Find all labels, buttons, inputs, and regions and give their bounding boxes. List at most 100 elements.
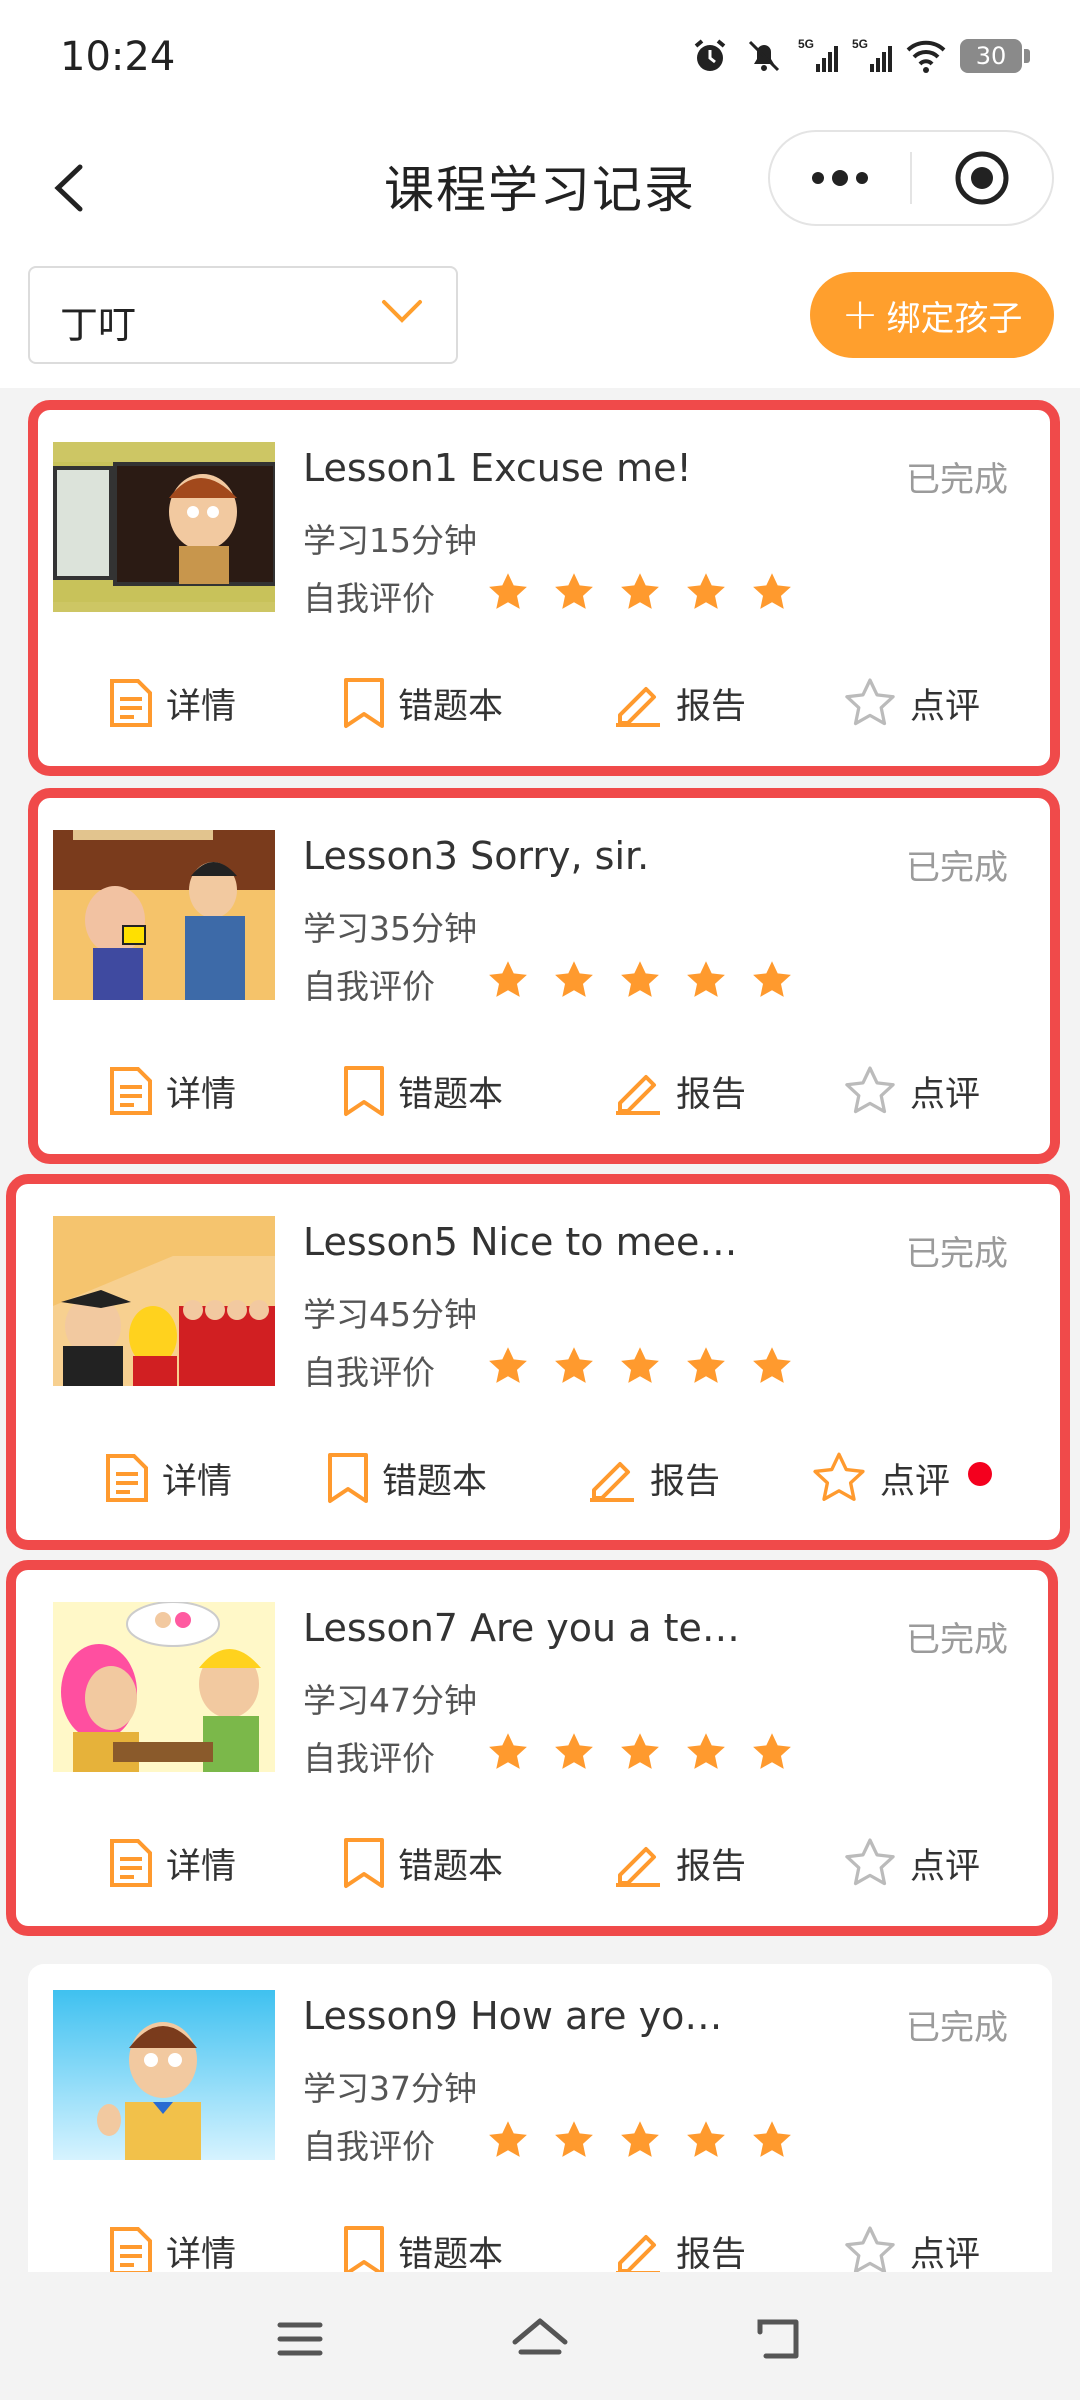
lesson-thumbnail[interactable] [53, 442, 275, 612]
star-filled-icon [687, 1733, 725, 1769]
star-filled-icon [753, 573, 791, 609]
review-button[interactable]: 点评 [810, 1449, 993, 1507]
mistakes-button[interactable]: 错题本 [342, 1063, 612, 1119]
status-badge: 已完成 [906, 2008, 1008, 2048]
star-filled-icon [753, 1347, 791, 1383]
bind-child-button[interactable]: + 绑定孩子 [810, 272, 1054, 358]
review-button[interactable]: 点评 [842, 1063, 980, 1119]
report-label: 报告 [676, 686, 747, 727]
mistakes-button[interactable]: 错题本 [342, 675, 612, 731]
document-icon [110, 2227, 152, 2272]
star-filled-icon [687, 2121, 725, 2157]
battery-indicator: 30 [960, 39, 1030, 73]
star-filled-icon [621, 1347, 659, 1383]
rating-stars [486, 958, 794, 1002]
menu-button[interactable] [270, 2312, 330, 2366]
menu-icon [277, 2322, 323, 2356]
mistakes-label: 错题本 [398, 686, 504, 727]
star-filled-icon [555, 573, 593, 609]
report-button[interactable]: 报告 [612, 675, 842, 731]
study-duration: 学习37分钟 [303, 2069, 477, 2108]
target-icon [955, 151, 1009, 205]
lesson-thumbnail[interactable] [53, 1602, 275, 1772]
close-miniprogram-button[interactable] [912, 132, 1052, 224]
star-filled-icon [621, 2121, 659, 2157]
report-button[interactable]: 报告 [586, 1449, 810, 1507]
new-review-dot [968, 1462, 993, 1486]
document-icon [110, 1067, 152, 1115]
mistakes-button[interactable]: 错题本 [342, 1835, 612, 1891]
bookmark-icon [344, 2226, 384, 2272]
lesson-title: Lesson1 Excuse me! [303, 446, 692, 490]
svg-text:5G: 5G [798, 37, 814, 51]
document-icon [106, 1454, 148, 1502]
filter-bar: 丁叮 + 绑定孩子 [0, 260, 1080, 388]
star-filled-icon [555, 1733, 593, 1769]
lesson-thumbnail[interactable] [53, 1990, 275, 2160]
report-label: 报告 [676, 1074, 747, 1115]
system-nav-bar [0, 2272, 1080, 2400]
star-filled-icon [687, 961, 725, 997]
report-label: 报告 [650, 1461, 721, 1502]
star-outline-icon [845, 1838, 895, 1886]
review-label: 点评 [880, 1461, 951, 1502]
report-button[interactable]: 报告 [612, 2223, 842, 2272]
mistakes-label: 错题本 [398, 1846, 504, 1887]
details-button[interactable]: 详情 [108, 1835, 342, 1891]
lesson-card: Lesson1 Excuse me! 学习15分钟 自我评价 已完成 详情 错题… [28, 400, 1060, 776]
star-outline-icon [845, 1066, 895, 1114]
lesson-actions: 详情 错题本 报告 点评 [108, 2223, 980, 2272]
back-system-button[interactable] [752, 2312, 812, 2366]
review-button[interactable]: 点评 [842, 2223, 980, 2272]
pencil-icon [616, 1075, 660, 1115]
report-button[interactable]: 报告 [612, 1835, 842, 1891]
mistakes-button[interactable]: 错题本 [326, 1449, 586, 1507]
star-filled-icon [621, 961, 659, 997]
self-rating-label: 自我评价 [303, 1353, 435, 1392]
review-button[interactable]: 点评 [842, 1835, 980, 1891]
details-button[interactable]: 详情 [108, 1063, 342, 1119]
pencil-icon [616, 1847, 660, 1887]
details-button[interactable]: 详情 [108, 2223, 342, 2272]
review-label: 点评 [910, 2234, 981, 2273]
alarm-icon [694, 39, 726, 71]
mistakes-button[interactable]: 错题本 [342, 2223, 612, 2272]
details-label: 详情 [162, 1461, 233, 1502]
more-button[interactable] [770, 132, 910, 224]
lesson-list[interactable]: Lesson1 Excuse me! 学习15分钟 自我评价 已完成 详情 错题… [0, 388, 1080, 2272]
star-filled-icon [753, 2121, 791, 2157]
lesson-title: Lesson5 Nice to mee… [303, 1220, 738, 1264]
mistakes-label: 错题本 [398, 2234, 504, 2273]
report-button[interactable]: 报告 [612, 1063, 842, 1119]
more-dots-icon [812, 170, 868, 186]
star-filled-icon [753, 1733, 791, 1769]
star-filled-icon [489, 573, 527, 609]
child-selector[interactable]: 丁叮 [28, 266, 458, 364]
self-rating-label: 自我评价 [303, 2127, 435, 2166]
child-name: 丁叮 [60, 303, 137, 347]
study-duration: 学习47分钟 [303, 1681, 477, 1720]
svg-text:5G: 5G [852, 37, 868, 51]
lesson-thumbnail[interactable] [53, 1216, 275, 1386]
bookmark-icon [344, 1838, 384, 1888]
star-filled-icon [489, 2121, 527, 2157]
miniprogram-capsule [768, 130, 1054, 226]
details-label: 详情 [166, 686, 237, 727]
home-icon [512, 2318, 568, 2355]
bookmark-icon [344, 678, 384, 728]
star-filled-icon [687, 573, 725, 609]
lesson-thumbnail[interactable] [53, 830, 275, 1000]
review-button[interactable]: 点评 [842, 675, 980, 731]
home-button[interactable] [510, 2312, 570, 2366]
star-filled-icon [621, 573, 659, 609]
rating-stars [486, 570, 794, 614]
details-button[interactable]: 详情 [104, 1449, 326, 1507]
review-label: 点评 [910, 686, 981, 727]
pencil-icon [590, 1462, 634, 1502]
star-outline-icon [845, 678, 895, 726]
details-button[interactable]: 详情 [108, 675, 342, 731]
status-badge: 已完成 [906, 1620, 1008, 1660]
lesson-actions: 详情 错题本 报告 点评 [108, 1063, 980, 1119]
document-icon [110, 1839, 152, 1887]
rating-stars [486, 1730, 794, 1774]
